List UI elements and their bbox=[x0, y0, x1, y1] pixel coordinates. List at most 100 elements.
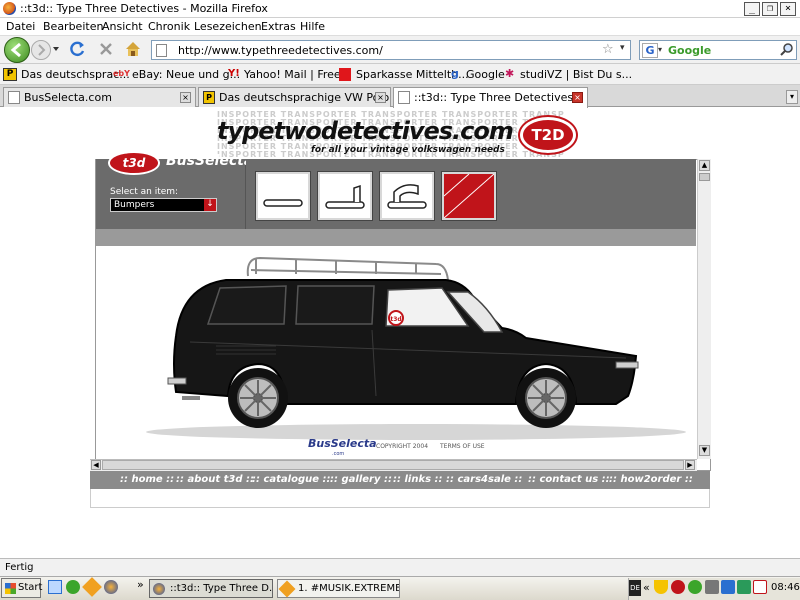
site-navigation: :: home :: :: about t3d :: :: catalogue … bbox=[90, 471, 710, 489]
start-button[interactable]: Start bbox=[1, 578, 43, 598]
tray-antivirus-icon[interactable] bbox=[671, 580, 685, 594]
nav-catalogue[interactable]: :: catalogue :: bbox=[252, 474, 331, 485]
bumper-thumb-4[interactable] bbox=[441, 171, 497, 221]
tray-messenger-icon[interactable] bbox=[688, 580, 702, 594]
quicklaunch-firefox-icon[interactable] bbox=[104, 580, 118, 594]
bookmark-star-icon[interactable]: ☆ bbox=[602, 42, 614, 57]
tab-close-icon[interactable]: × bbox=[572, 92, 583, 103]
tab-label: BusSelecta.com bbox=[24, 91, 112, 104]
all-tabs-dropdown-icon[interactable]: ▾ bbox=[786, 90, 798, 104]
bumper-thumb-2[interactable] bbox=[317, 171, 373, 221]
history-dropdown-icon[interactable] bbox=[52, 44, 60, 54]
menu-bearbeiten[interactable]: Bearbeiten bbox=[43, 20, 103, 33]
home-icon[interactable] bbox=[124, 40, 142, 58]
menu-extras[interactable]: Extras bbox=[261, 20, 296, 33]
quicklaunch-expand-icon[interactable]: » bbox=[137, 578, 144, 591]
tray-acrobat-icon[interactable] bbox=[753, 580, 767, 594]
bookmark-studivz[interactable]: studiVZ | Bist Du s... bbox=[520, 68, 632, 81]
tab-polo-forum[interactable]: P Das deutschsprachige VW Polo P... × bbox=[198, 87, 391, 107]
nav-cars4sale[interactable]: :: cars4sale :: bbox=[446, 474, 522, 485]
nav-links[interactable]: :: links :: bbox=[393, 474, 443, 485]
tab-busselecta[interactable]: BusSelecta.com × bbox=[3, 87, 196, 107]
scroll-up-icon[interactable]: ▲ bbox=[699, 160, 710, 171]
magnifier-icon[interactable] bbox=[780, 42, 794, 56]
page-icon bbox=[156, 44, 167, 57]
tab-close-icon[interactable]: × bbox=[180, 92, 191, 103]
forward-button[interactable] bbox=[31, 40, 51, 60]
bookmarks-toolbar: P Das deutschsprac... ebY eBay: Neue und… bbox=[0, 64, 800, 85]
banner-subtitle: for all your vintage volkswagen needs bbox=[311, 145, 505, 155]
nav-contact[interactable]: :: contact us :: bbox=[528, 474, 610, 485]
minimize-button[interactable]: _ bbox=[744, 2, 760, 16]
stop-icon[interactable] bbox=[97, 40, 115, 58]
bookmark-ebay[interactable]: eBay: Neue und g... bbox=[132, 68, 240, 81]
tab-close-icon[interactable]: × bbox=[375, 92, 386, 103]
nav-how2order[interactable]: :: how2order :: bbox=[609, 474, 693, 485]
page-icon bbox=[398, 91, 410, 104]
search-engine-dropdown-icon[interactable]: ▾ bbox=[658, 45, 662, 54]
quicklaunch-desktop-icon[interactable] bbox=[48, 580, 62, 594]
menu-lesezeichen[interactable]: Lesezeichen bbox=[194, 20, 262, 33]
title-bar: ::t3d:: Type Three Detectives - Mozilla … bbox=[0, 0, 800, 18]
bumper-thumb-1[interactable] bbox=[255, 171, 311, 221]
menu-chronik[interactable]: Chronik bbox=[148, 20, 190, 33]
banner-title: typetwodetectives.com bbox=[217, 117, 514, 145]
scroll-thumb[interactable] bbox=[699, 173, 710, 181]
bookmark-google[interactable]: Google bbox=[466, 68, 505, 81]
quicklaunch-clover-icon[interactable] bbox=[66, 580, 80, 594]
menu-datei[interactable]: Datei bbox=[6, 20, 35, 33]
studivz-icon: ✱ bbox=[505, 67, 515, 80]
start-label: Start bbox=[18, 582, 43, 593]
frame-horizontal-scrollbar[interactable]: ◀ ▶ bbox=[90, 459, 697, 471]
status-bar: Fertig bbox=[0, 558, 800, 576]
ebay-icon: ebY bbox=[113, 69, 130, 78]
url-text[interactable]: http://www.typethreedetectives.com/ bbox=[178, 44, 383, 57]
menu-ansicht[interactable]: Ansicht bbox=[102, 20, 143, 33]
tray-app-icon[interactable] bbox=[737, 580, 751, 594]
scroll-right-icon[interactable]: ▶ bbox=[685, 460, 695, 470]
sticker-text: t3d bbox=[390, 316, 401, 323]
no-bumper-icon bbox=[443, 173, 495, 219]
footer-busselecta-sub: .com bbox=[332, 451, 344, 457]
footer-busselecta-logo: BusSelecta bbox=[308, 437, 377, 450]
tray-monitor-icon[interactable] bbox=[721, 580, 735, 594]
restore-button[interactable]: ❐ bbox=[762, 2, 778, 16]
divider-band bbox=[96, 229, 696, 246]
back-button[interactable] bbox=[4, 37, 30, 63]
tray-expand-icon[interactable]: « bbox=[643, 581, 650, 594]
select-arrow-icon[interactable]: ↓ bbox=[204, 199, 216, 211]
sparkasse-icon bbox=[339, 68, 351, 81]
tray-network-icon[interactable] bbox=[705, 580, 719, 594]
tab-t3d[interactable]: ::t3d:: Type Three Detectives × bbox=[393, 87, 588, 108]
url-bar[interactable]: http://www.typethreedetectives.com/ ☆ ▾ bbox=[151, 40, 631, 60]
item-select[interactable]: Bumpers bbox=[110, 198, 217, 212]
reload-icon[interactable] bbox=[68, 40, 86, 58]
language-badge[interactable]: DE bbox=[629, 580, 641, 596]
taskbar-mirc[interactable]: 1. #MUSIK.EXTREME - ... bbox=[277, 579, 400, 598]
menu-bar: Datei Bearbeiten Ansicht Chronik Lesezei… bbox=[0, 18, 800, 35]
firefox-icon bbox=[3, 2, 16, 15]
scroll-down-icon[interactable]: ▼ bbox=[699, 445, 710, 456]
bumper-thumb-3[interactable] bbox=[379, 171, 435, 221]
nav-home[interactable]: :: home :: bbox=[120, 474, 174, 485]
url-dropdown-icon[interactable]: ▾ bbox=[620, 43, 625, 53]
logo-area: t3d BusSelecta Select an item: bbox=[96, 151, 246, 229]
scroll-thumb[interactable] bbox=[102, 460, 684, 470]
google-icon[interactable]: G bbox=[642, 43, 658, 58]
bumper-icon bbox=[325, 184, 365, 209]
search-bar[interactable]: G ▾ Google bbox=[639, 40, 797, 60]
forward-arrow-icon bbox=[38, 44, 46, 56]
nav-gallery[interactable]: :: gallery :: bbox=[330, 474, 392, 485]
yahoo-icon: Y! bbox=[228, 68, 240, 79]
search-placeholder[interactable]: Google bbox=[668, 44, 711, 57]
taskbar-firefox[interactable]: ::t3d:: Type Three D... bbox=[149, 579, 273, 598]
scroll-left-icon[interactable]: ◀ bbox=[91, 460, 101, 470]
status-text: Fertig bbox=[5, 562, 34, 573]
tray-shield-icon[interactable] bbox=[654, 580, 668, 594]
menu-hilfe[interactable]: Hilfe bbox=[300, 20, 325, 33]
bookmark-yahoo-mail[interactable]: Yahoo! Mail | Free... bbox=[244, 68, 351, 81]
t2d-banner[interactable]: INSPORTER TRANSPORTER TRANSPORTER TRANSP… bbox=[217, 111, 583, 159]
nav-about[interactable]: :: about t3d :: bbox=[176, 474, 254, 485]
close-button[interactable]: × bbox=[780, 2, 796, 16]
frame-vertical-scrollbar[interactable]: ▲ ▼ bbox=[697, 159, 711, 459]
